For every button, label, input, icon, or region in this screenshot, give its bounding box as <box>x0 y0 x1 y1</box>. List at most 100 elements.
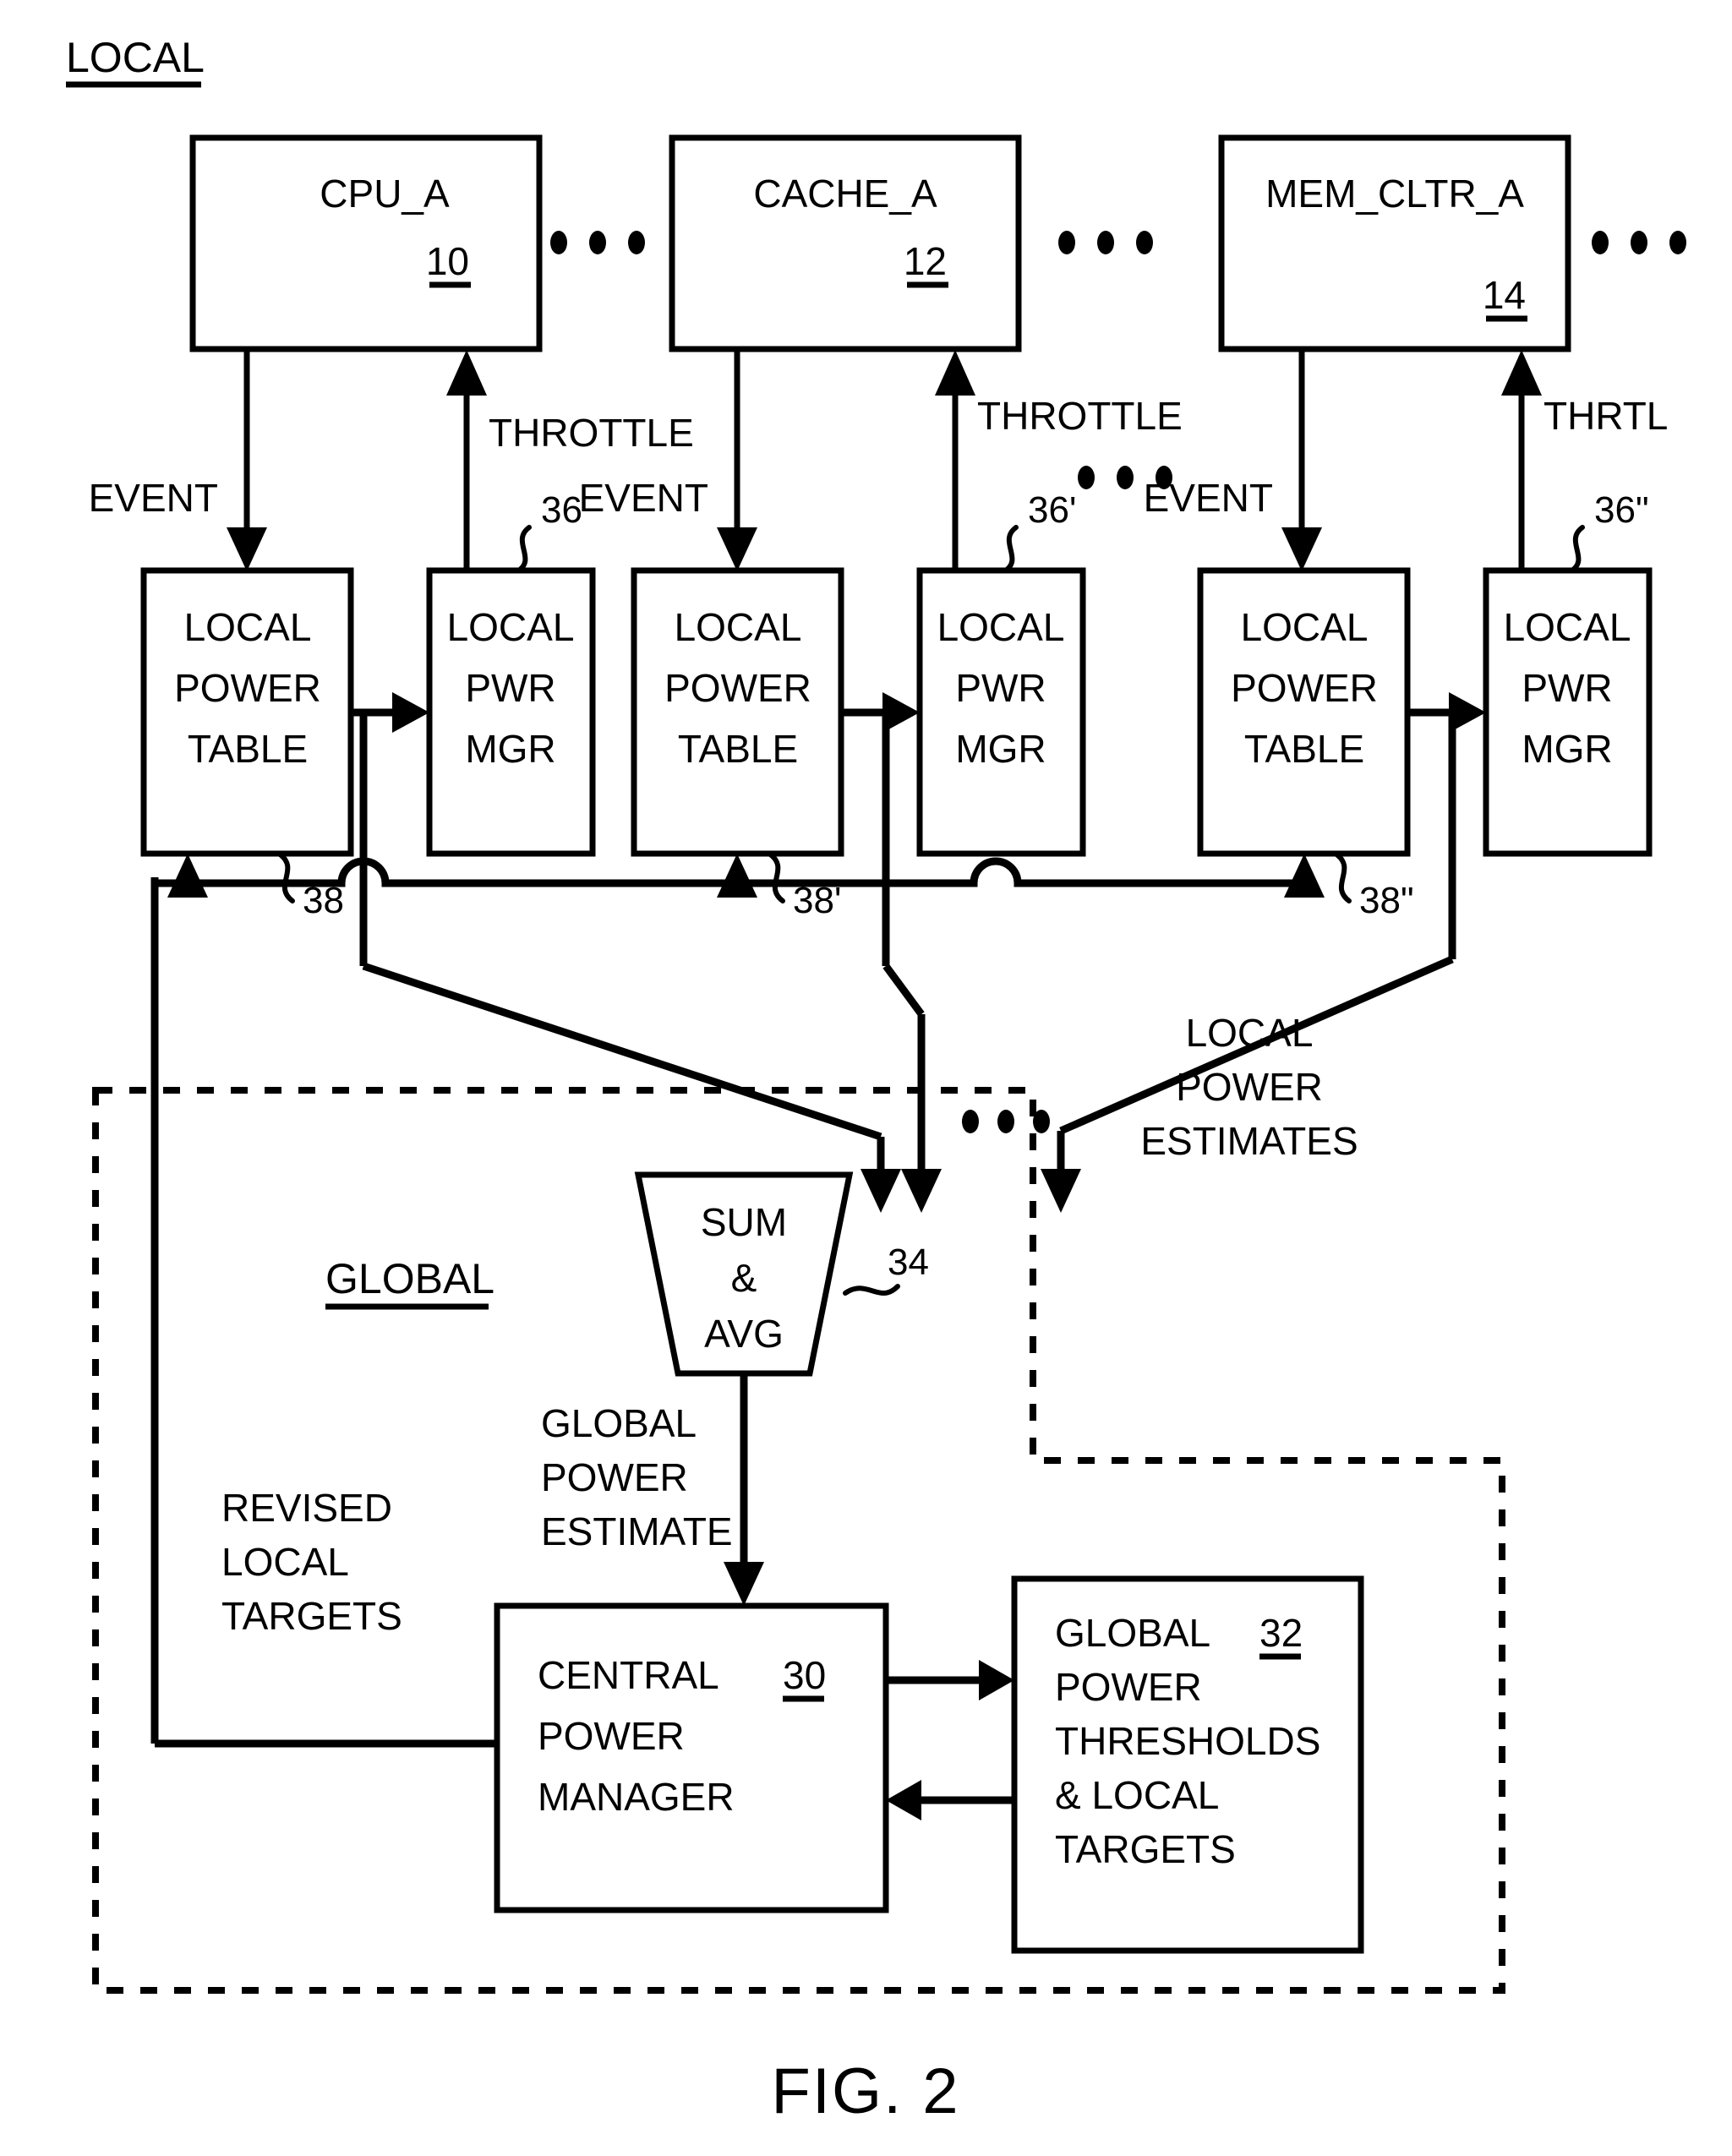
lpe-line-3: ESTIMATES <box>1140 1119 1358 1163</box>
gpe-line-3: ESTIMATE <box>541 1509 733 1553</box>
lpt-1-line-2: POWER <box>174 666 321 710</box>
signal-event-2-label: EVENT <box>579 476 708 520</box>
signal-throttle-2: THROTTLE <box>935 350 1183 570</box>
gpe-line-1: GLOBAL <box>541 1401 697 1445</box>
ref-38pp-label: 38" <box>1359 880 1414 921</box>
ref-38pp-leader: 38" <box>1333 851 1414 921</box>
block-cache-a-rect <box>669 134 1022 352</box>
gpt-line-3: THRESHOLDS <box>1055 1719 1320 1763</box>
ref-34-leader: 34 <box>843 1242 929 1296</box>
block-cpu-a-ref: 10 <box>426 239 469 283</box>
cpm-line-3: MANAGER <box>538 1775 735 1819</box>
lpm-1-line-3: MGR <box>465 727 555 771</box>
global-heading-text: GLOBAL <box>325 1255 494 1302</box>
wire-lpt3-to-lpm3 <box>1407 692 1486 733</box>
gpt-line-2: POWER <box>1055 1665 1202 1709</box>
cpm-line-2: POWER <box>538 1714 685 1758</box>
wire-thresholds-to-cpm <box>886 1780 1014 1820</box>
signal-event-1-label: EVENT <box>89 476 218 520</box>
gpt-line-5: TARGETS <box>1055 1827 1236 1871</box>
signal-throttle-1: THROTTLE <box>446 350 694 570</box>
ref-36-label: 36 <box>541 489 582 531</box>
sum-avg-line-2: & <box>731 1256 757 1300</box>
label-global-power-estimate: GLOBAL POWER ESTIMATE <box>541 1401 733 1553</box>
lpm-1-line-1: LOCAL <box>447 605 575 649</box>
block-local-power-table-2: LOCAL POWER TABLE <box>631 567 844 857</box>
gpt-line-1: GLOBAL <box>1055 1611 1210 1655</box>
block-local-pwr-mgr-2: LOCAL PWR MGR <box>916 567 1086 857</box>
ref-38p-leader: 38' <box>767 851 841 921</box>
lpe-line-2: POWER <box>1176 1065 1323 1109</box>
lpm-3-line-2: PWR <box>1522 666 1612 710</box>
arrow-into-lpt-2 <box>717 854 757 898</box>
ref-36pp-leader: 36" <box>1568 489 1649 574</box>
block-local-pwr-mgr-1: LOCAL PWR MGR <box>426 567 596 857</box>
throttle-2-arrowhead <box>935 350 975 396</box>
ellipsis-summer-inputs <box>962 1110 1050 1133</box>
global-section-heading: GLOBAL <box>325 1255 494 1310</box>
lpt-2-line-1: LOCAL <box>675 605 802 649</box>
ref-34-label: 34 <box>888 1242 929 1283</box>
lpm-2-line-3: MGR <box>955 727 1046 771</box>
lpt-1-line-1: LOCAL <box>184 605 312 649</box>
lpm-2-line-2: PWR <box>955 666 1046 710</box>
signal-throttle-1-label: THROTTLE <box>489 411 694 455</box>
local-heading-text: LOCAL <box>66 34 205 81</box>
block-local-pwr-mgr-3: LOCAL PWR MGR <box>1483 567 1653 857</box>
block-mem-cltr-a-label: MEM_CLTR_A <box>1265 172 1524 216</box>
lpt-3-line-1: LOCAL <box>1241 605 1369 649</box>
lpt-3-line-3: TABLE <box>1244 727 1364 771</box>
block-cache-a: CACHE_A 12 <box>669 134 1022 352</box>
ellipsis-top-3 <box>1592 231 1686 254</box>
lpm-1-line-2: PWR <box>465 666 555 710</box>
block-cpu-a-label: CPU_A <box>320 172 450 216</box>
lpe-line-1: LOCAL <box>1186 1011 1314 1055</box>
block-cpu-a: CPU_A 10 <box>189 134 543 352</box>
signal-throttle-3-label: THRTL <box>1544 394 1668 438</box>
wire-lpt2-to-lpm2 <box>841 692 920 733</box>
ref-36p-leader: 36' <box>1002 489 1076 574</box>
cpm-line-1: CENTRAL <box>538 1653 719 1697</box>
ref-38-leader: 38 <box>276 851 344 921</box>
block-local-power-table-1: LOCAL POWER TABLE <box>140 567 354 857</box>
sum-avg-line-1: SUM <box>701 1200 787 1244</box>
block-global-thresholds: GLOBAL 32 POWER THRESHOLDS & LOCAL TARGE… <box>1011 1575 1364 1954</box>
label-revised-local-targets: REVISED LOCAL TARGETS <box>221 1486 402 1638</box>
lpt-1-line-3: TABLE <box>188 727 308 771</box>
sum-avg-line-3: AVG <box>704 1312 784 1356</box>
local-section-heading: LOCAL <box>66 34 205 88</box>
lpt-3-line-2: POWER <box>1231 666 1378 710</box>
arrow-into-lpt-3 <box>1284 854 1325 898</box>
block-mem-cltr-a-ref: 14 <box>1483 273 1526 317</box>
rlt-line-3: TARGETS <box>221 1594 402 1638</box>
gpt-line-4: & LOCAL <box>1055 1773 1219 1817</box>
cpm-ref: 30 <box>783 1653 826 1697</box>
signal-event-1: EVENT <box>89 349 267 571</box>
throttle-1-arrowhead <box>446 350 487 396</box>
block-cache-a-ref: 12 <box>904 239 947 283</box>
rlt-line-1: REVISED <box>221 1486 392 1530</box>
gpe-line-2: POWER <box>541 1455 688 1499</box>
block-cache-a-label: CACHE_A <box>753 172 937 216</box>
signal-event-2: EVENT <box>579 349 757 571</box>
block-mem-cltr-a: MEM_CLTR_A 14 <box>1218 134 1571 352</box>
ref-36p-label: 36' <box>1028 489 1076 531</box>
block-central-power-manager: CENTRAL 30 POWER MANAGER <box>494 1602 889 1913</box>
event-3-arrowhead <box>1281 527 1322 571</box>
arrow-into-lpt-1 <box>167 854 208 898</box>
ref-36-leader: 36 <box>515 489 582 574</box>
lpm-3-line-1: LOCAL <box>1504 605 1631 649</box>
signal-event-3-label: EVENT <box>1144 476 1273 520</box>
event-2-arrowhead <box>717 527 757 571</box>
lpt-2-line-2: POWER <box>664 666 811 710</box>
block-cpu-a-rect <box>189 134 543 352</box>
wire-cpm-to-thresholds <box>886 1660 1014 1700</box>
signal-throttle-2-label: THROTTLE <box>977 394 1183 438</box>
lpm-2-line-1: LOCAL <box>937 605 1065 649</box>
wire-global-power-estimate <box>724 1373 764 1606</box>
ellipsis-top-1 <box>550 231 645 254</box>
patent-figure-2: LOCAL CPU_A 10 CACHE_A 12 MEM_CLTR_A 14 <box>0 0 1732 2156</box>
ref-36pp-label: 36" <box>1594 489 1649 531</box>
event-1-arrowhead <box>227 527 267 571</box>
lpm-3-line-3: MGR <box>1522 727 1612 771</box>
